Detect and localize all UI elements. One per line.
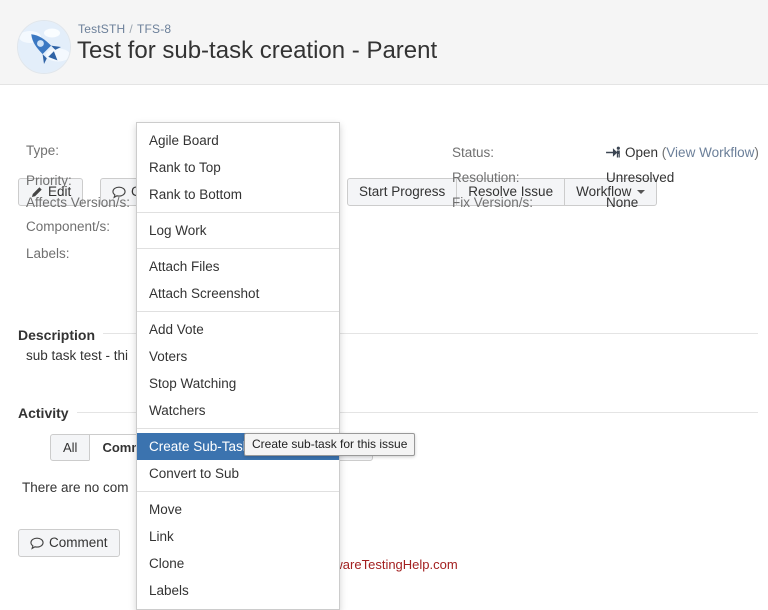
menu-item-label: Link: [149, 529, 174, 544]
field-value-resolution: Unresolved: [606, 170, 674, 185]
menu-separator: [137, 491, 339, 492]
field-label-status: Status:: [452, 145, 494, 160]
tab-all-label: All: [63, 440, 77, 455]
tooltip: Create sub-task for this issue: [244, 433, 415, 456]
menu-item-clone[interactable]: Clone: [137, 550, 339, 577]
field-label-components: Component/s:: [26, 219, 110, 234]
menu-item-label: Voters: [149, 349, 187, 364]
activity-comment-button[interactable]: Comment: [18, 529, 120, 557]
speech-bubble-icon: [30, 537, 44, 550]
field-label-fix-versions: Fix Version/s:: [452, 195, 533, 210]
field-label-type: Type:: [26, 143, 59, 158]
menu-item-label: Attach Files: [149, 259, 220, 274]
paren-close: ): [754, 145, 759, 160]
menu-item-rank-to-bottom[interactable]: Rank to Bottom: [137, 181, 339, 208]
menu-item-convert-to-sub-task[interactable]: Convert to Sub: [137, 460, 339, 487]
menu-item-voters[interactable]: Voters: [137, 343, 339, 370]
menu-separator: [137, 212, 339, 213]
issue-toolbar: Edit Comment Assign More Start Progress …: [0, 86, 768, 133]
menu-separator: [137, 428, 339, 429]
activity-comment-button-wrapper: Comment: [18, 529, 120, 557]
activity-rule: [18, 412, 758, 413]
status-text: Open: [625, 145, 658, 160]
menu-item-label: Watchers: [149, 403, 206, 418]
description-rule: [18, 333, 758, 334]
breadcrumb-project-link[interactable]: TestSTH: [78, 22, 125, 36]
breadcrumb: TestSTH / TFS-8: [78, 22, 171, 36]
menu-item-label: Attach Screenshot: [149, 286, 259, 301]
rocket-icon: [18, 21, 70, 73]
menu-item-label: Move: [149, 502, 182, 517]
menu-item-link[interactable]: Link: [137, 523, 339, 550]
menu-item-rank-to-top[interactable]: Rank to Top: [137, 154, 339, 181]
menu-separator: [137, 248, 339, 249]
avatar: [17, 20, 71, 74]
tab-all[interactable]: All: [50, 434, 90, 461]
menu-item-label: Rank to Top: [149, 160, 221, 175]
activity-heading: Activity: [18, 405, 77, 421]
field-value-status: Open (View Workflow): [606, 145, 759, 162]
menu-item-label: Log Work: [149, 223, 207, 238]
breadcrumb-separator: /: [129, 22, 133, 36]
field-value-fix-versions: None: [606, 195, 638, 210]
start-progress-label: Start Progress: [359, 185, 445, 199]
field-label-priority: Priority:: [26, 173, 72, 188]
start-progress-button[interactable]: Start Progress: [347, 178, 457, 206]
field-label-labels: Labels:: [26, 246, 70, 261]
view-workflow-link[interactable]: View Workflow: [666, 145, 754, 160]
menu-item-move[interactable]: Move: [137, 496, 339, 523]
view-workflow-wrapper: (View Workflow): [662, 145, 759, 160]
menu-item-add-vote[interactable]: Add Vote: [137, 316, 339, 343]
no-comments-message: There are no com: [22, 480, 129, 495]
menu-item-label: Clone: [149, 556, 184, 571]
field-label-resolution: Resolution:: [452, 170, 520, 185]
description-heading: Description: [18, 327, 103, 343]
menu-item-label: Add Vote: [149, 322, 204, 337]
menu-item-watchers[interactable]: Watchers: [137, 397, 339, 424]
menu-item-attach-files[interactable]: Attach Files: [137, 253, 339, 280]
menu-item-stop-watching[interactable]: Stop Watching: [137, 370, 339, 397]
menu-item-label: Agile Board: [149, 133, 219, 148]
menu-separator: [137, 311, 339, 312]
breadcrumb-issue-link[interactable]: TFS-8: [137, 22, 171, 36]
menu-item-label: Create Sub-Task: [149, 439, 250, 454]
more-dropdown-menu: Agile Board Rank to Top Rank to Bottom L…: [136, 122, 340, 610]
page-title: Test for sub-task creation - Parent: [77, 37, 437, 65]
menu-item-label: Rank to Bottom: [149, 187, 242, 202]
menu-item-attach-screenshot[interactable]: Attach Screenshot: [137, 280, 339, 307]
field-label-affects-versions: Affects Version/s:: [26, 195, 130, 210]
issue-header: TestSTH / TFS-8 Test for sub-task creation…: [0, 0, 768, 85]
chevron-down-icon: [637, 190, 645, 194]
workflow-step-icon: [606, 146, 621, 162]
menu-item-agile-board[interactable]: Agile Board: [137, 127, 339, 154]
menu-item-label: Stop Watching: [149, 376, 236, 391]
menu-item-log-work[interactable]: Log Work: [137, 217, 339, 244]
activity-comment-button-label: Comment: [49, 536, 108, 550]
menu-item-label: Convert to Sub: [149, 466, 239, 481]
menu-item-label: Labels: [149, 583, 189, 598]
watermark: SoftwareTestingHelp.com: [0, 557, 768, 572]
menu-item-labels[interactable]: Labels: [137, 577, 339, 604]
description-text: sub task test - thi: [26, 348, 128, 363]
